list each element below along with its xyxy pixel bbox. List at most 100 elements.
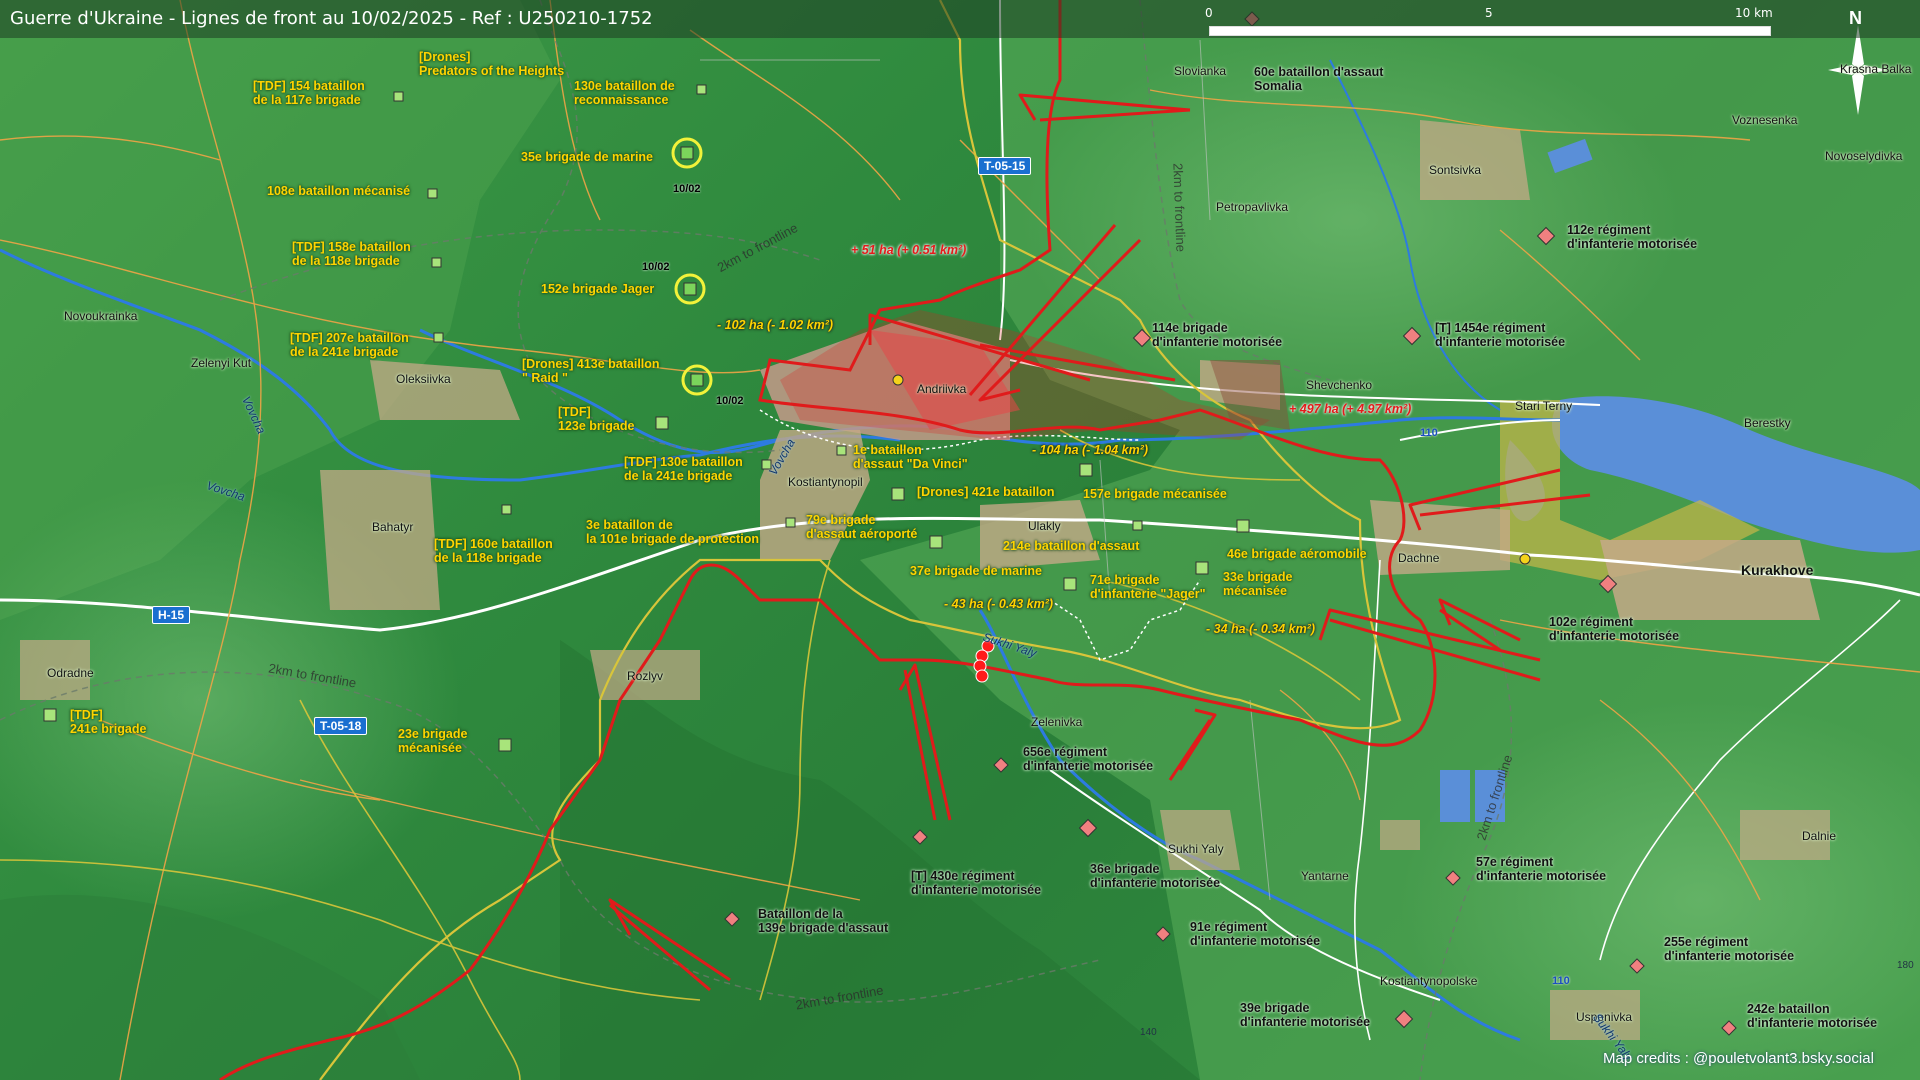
unit-ru: 60e bataillon d'assaut Somalia — [1254, 65, 1383, 93]
place-petropavlivka: Petropavlivka — [1216, 200, 1289, 214]
unit-label: 108e bataillon mécanisé — [267, 184, 411, 198]
place-sukhi-yaly: Sukhi Yaly — [1168, 842, 1224, 856]
unit-ru: Bataillon de la 139e brigade d'assaut — [758, 907, 888, 935]
place-oleksiivka: Oleksiivka — [396, 372, 451, 386]
place-voznesenka: Voznesenka — [1732, 113, 1798, 127]
unit-ua: 157e brigade mécanisée — [1083, 487, 1227, 501]
unit-ua: 37e brigade de marine — [910, 564, 1042, 578]
unit-ru: 255e régiment d'infanterie motorisée — [1664, 935, 1794, 963]
unit-label: 46e brigade aéromobile — [1227, 547, 1367, 561]
unit-label: 60e bataillon d'assaut Somalia — [1254, 65, 1384, 93]
place-dachne: Dachne — [1398, 551, 1440, 565]
place-ulakly: Ulakly — [1028, 519, 1061, 533]
place-stari-terny: Stari Terny — [1515, 399, 1573, 413]
place-kostiantynopil: Kostiantynopil — [788, 475, 863, 489]
unit-ru: 242e bataillon d'infanterie motorisée — [1747, 1002, 1877, 1030]
unit-label: [Drones] 413e bataillon " Raid " — [522, 357, 660, 385]
place-sontsivka: Sontsivka — [1429, 163, 1482, 177]
unit-ua: 71e brigade d'infanterie "Jager" — [1090, 573, 1206, 601]
place-zelenivka: Zelenivka — [1031, 715, 1083, 729]
unit-ua: 108e bataillon mécanisé — [267, 184, 410, 198]
unit-label: 112e régiment d'infanterie motorisée — [1567, 223, 1698, 251]
unit-ua: 46e brigade aéromobile — [1227, 547, 1367, 561]
unit-ru: 57e régiment d'infanterie motorisée — [1476, 855, 1606, 883]
scale-bar-graphic — [1209, 26, 1771, 36]
unit-label: 1e bataillon d'assaut "Da Vinci" — [853, 443, 968, 471]
unit-ua: [TDF] 241e brigade — [70, 708, 146, 736]
place-novoukrainka: Novoukrainka — [64, 309, 138, 323]
unit-ua: 33e brigade mécanisée — [1223, 570, 1292, 598]
unit-label: [TDF] 160e bataillon de la 118e brigade — [434, 537, 553, 565]
scale-label-10km: 10 km — [1735, 6, 1773, 20]
unit-label: [Drones] 421e bataillon — [917, 485, 1055, 499]
unit-label: 23e brigade mécanisée — [398, 727, 468, 755]
unit-label: 79e brigade d'assaut aéroporté — [806, 513, 918, 541]
highway-ref: 110 — [1420, 427, 1438, 439]
place-shevchenko: Shevchenko — [1306, 378, 1373, 392]
place-bahatyr: Bahatyr — [372, 520, 414, 534]
unit-label: 3e bataillon de la 101e brigade de prote… — [586, 518, 759, 546]
unit-label: 57e régiment d'infanterie motorisée — [1476, 855, 1607, 883]
place-rozlyv: Rozlyv — [627, 669, 664, 683]
unit-ua: [TDF] 123e brigade — [558, 405, 634, 433]
unit-label: 39e brigade d'infanterie motorisée — [1240, 1001, 1371, 1029]
unit-label: 33e brigade mécanisée — [1223, 570, 1293, 598]
unit-update-date: 10/02 — [673, 183, 701, 195]
highway-ref: 110 — [1552, 975, 1570, 987]
unit-update-date: 10/02 — [642, 261, 670, 273]
unit-ua: 3e bataillon de la 101e brigade de prote… — [586, 518, 759, 546]
unit-symbols — [43, 11, 1888, 1036]
unit-label: 36e brigade d'infanterie motorisée — [1090, 862, 1221, 890]
place-kostiantynopolske: Kostiantynopolske — [1380, 974, 1478, 988]
unit-label: [TDF] 154 bataillon de la 117e brigade — [253, 79, 365, 107]
frontline-buffer-label: 2km to frontline — [1170, 162, 1189, 253]
unit-ua: [TDF] 130e bataillon de la 241e brigade — [624, 455, 743, 483]
area-loss-label: - 102 ha (- 1.02 km²) — [717, 318, 834, 332]
unit-label: 71e brigade d'infanterie "Jager" — [1090, 573, 1206, 601]
map-credits: Map credits : @pouletvolant3.bsky.social — [1603, 1050, 1874, 1067]
unit-label: 255e régiment d'infanterie motorisée — [1664, 935, 1795, 963]
unit-label: 214e bataillon d'assaut — [1003, 539, 1140, 553]
place-novoselydivka: Novoselydivka — [1825, 149, 1903, 163]
unit-ua: [Drones] 413e bataillon " Raid " — [522, 357, 660, 385]
place-dalnie: Dalnie — [1802, 829, 1837, 843]
unit-ru: 112e régiment d'infanterie motorisée — [1567, 223, 1697, 251]
unit-label: [T] 430e régiment d'infanterie motorisée — [911, 869, 1042, 897]
unit-update-date: 10/02 — [716, 395, 744, 407]
unit-ru: 36e brigade d'infanterie motorisée — [1090, 862, 1220, 890]
unit-label: [Drones] Predators of the Heights — [419, 50, 565, 78]
unit-label: 35e brigade de marine — [521, 150, 654, 164]
unit-label: Bataillon de la 139e brigade d'assaut — [758, 907, 889, 935]
scale-label-5: 5 — [1485, 6, 1493, 20]
unit-label: [TDF] 123e brigade — [558, 405, 635, 433]
unit-label: 130e bataillon de reconnaissance — [574, 79, 675, 107]
map-canvas[interactable]: Guerre d'Ukraine - Lignes de front au 10… — [0, 0, 1920, 1080]
unit-label: 152e brigade Jager — [541, 282, 655, 296]
area-gain-label: + 51 ha (+ 0.51 km²) — [851, 243, 967, 257]
place-yantarne: Yantarne — [1301, 869, 1349, 883]
map-title: Guerre d'Ukraine - Lignes de front au 10… — [10, 8, 653, 29]
road-label-t0518: T-05-18 — [314, 717, 368, 735]
unit-label: 91e régiment d'infanterie motorisée — [1190, 920, 1321, 948]
unit-label: 157e brigade mécanisée — [1083, 487, 1227, 501]
place-odradne: Odradne — [47, 666, 94, 680]
unit-label: [TDF] 158e bataillon de la 118e brigade — [292, 240, 411, 268]
area-loss-label: - 43 ha (- 0.43 km²) — [944, 597, 1054, 611]
unit-label: 114e brigade d'infanterie motorisée — [1152, 321, 1283, 349]
place-andriivka: Andriivka — [917, 382, 967, 396]
unit-label: 656e régiment d'infanterie motorisée — [1023, 745, 1154, 773]
place-zelenyi-kut: Zelenyi Kut — [191, 356, 252, 370]
unit-ua: 152e brigade Jager — [541, 282, 654, 296]
unit-ua: [Drones] Predators of the Heights — [419, 50, 564, 78]
unit-ru: 91e régiment d'infanterie motorisée — [1190, 920, 1320, 948]
unit-ua: [TDF] 160e bataillon de la 118e brigade — [434, 537, 553, 565]
unit-label: 102e régiment d'infanterie motorisée — [1549, 615, 1680, 643]
unit-ru: [T] 430e régiment d'infanterie motorisée — [911, 869, 1041, 897]
area-gain-label: + 497 ha (+ 4.97 km²) — [1289, 402, 1412, 416]
unit-ua: 1e bataillon d'assaut "Da Vinci" — [853, 443, 968, 471]
unit-ru: 102e régiment d'infanterie motorisée — [1549, 615, 1679, 643]
unit-ru: [T] 1454e régiment d'infanterie motorisé… — [1435, 321, 1565, 349]
unit-label: [T] 1454e régiment d'infanterie motorisé… — [1435, 321, 1566, 349]
unit-ua: [TDF] 207e bataillon de la 241e brigade — [290, 331, 409, 359]
unit-ua: 23e brigade mécanisée — [398, 727, 467, 755]
